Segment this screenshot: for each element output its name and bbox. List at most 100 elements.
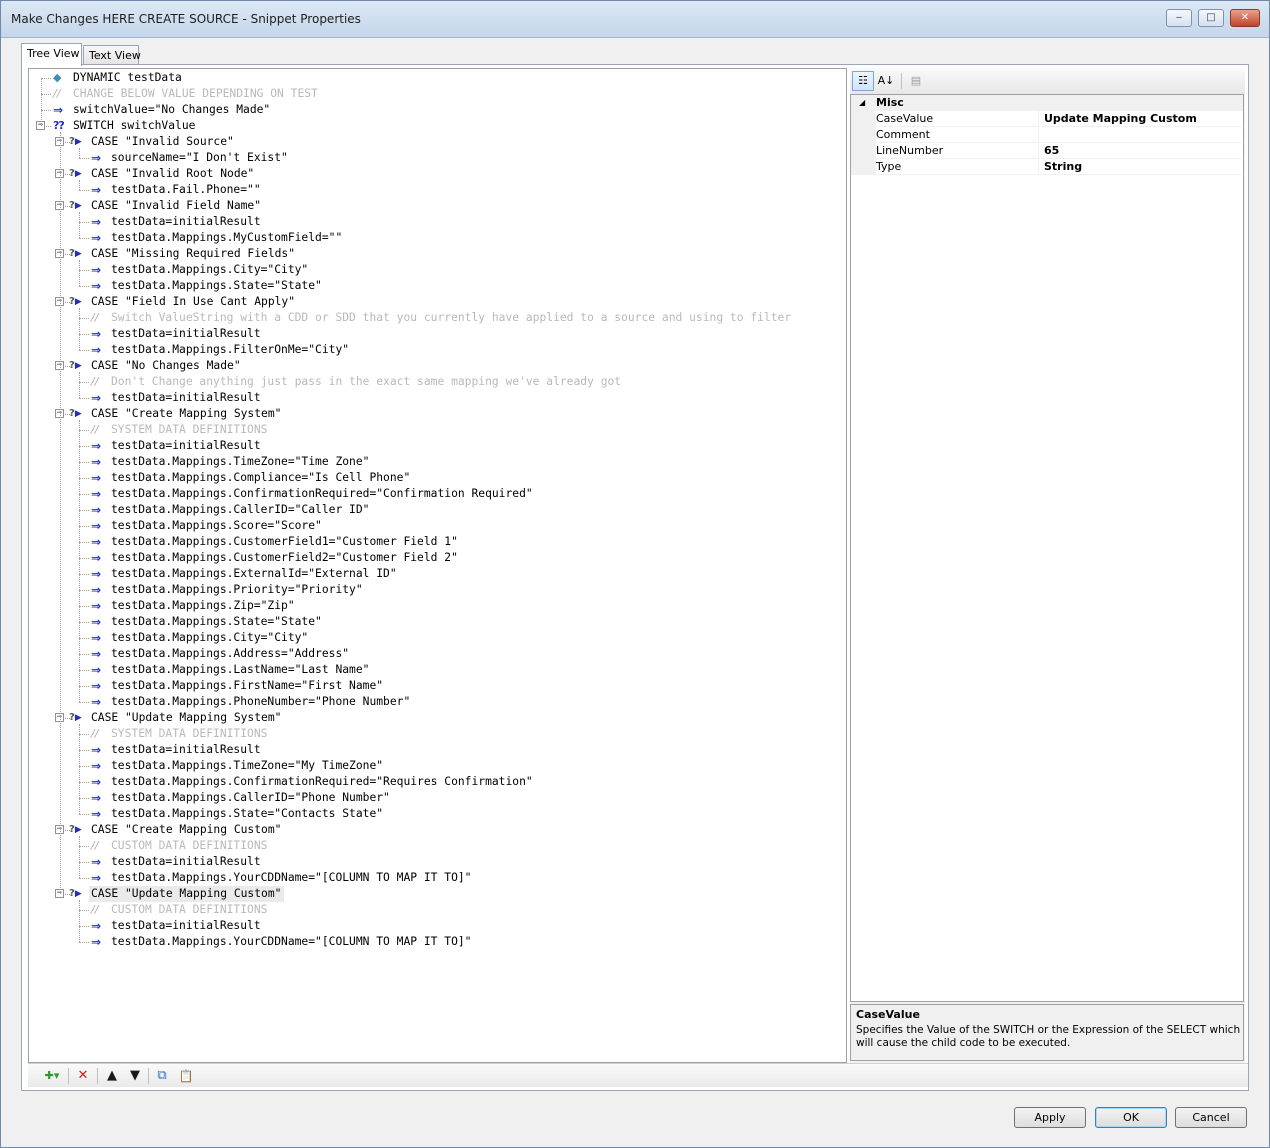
- property-row-comment[interactable]: Comment: [851, 127, 1243, 143]
- case-node[interactable]: CASE "No Changes Made": [89, 358, 244, 374]
- assignment-node[interactable]: testData.Mappings.CallerID="Caller ID": [109, 502, 372, 518]
- comment-icon: //: [53, 87, 61, 100]
- case-node[interactable]: CASE "Update Mapping System": [89, 710, 284, 726]
- title-bar[interactable]: Make Changes HERE CREATE SOURCE - Snippe…: [1, 1, 1269, 38]
- assignment-node[interactable]: testData.Mappings.Compliance="Is Cell Ph…: [109, 470, 413, 486]
- cancel-button[interactable]: Cancel: [1175, 1107, 1247, 1128]
- comment-node[interactable]: CUSTOM DATA DEFINITIONS: [109, 838, 270, 854]
- assignment-node[interactable]: testData=initialResult: [109, 326, 264, 342]
- assignment-node[interactable]: testData.Mappings.City="City": [109, 630, 311, 646]
- tree-connector: [79, 942, 89, 943]
- property-value[interactable]: [1041, 127, 1241, 143]
- paste-icon[interactable]: 📋: [176, 1066, 196, 1086]
- add-node-icon[interactable]: ✚▾: [38, 1066, 66, 1086]
- assignment-node[interactable]: sourceName="I Don't Exist": [109, 150, 291, 166]
- assignment-node[interactable]: testData.Mappings.TimeZone="Time Zone": [109, 454, 372, 470]
- assignment-node[interactable]: testData=initialResult: [109, 438, 264, 454]
- property-pages-icon[interactable]: ▤: [905, 71, 927, 91]
- property-value[interactable]: 65: [1041, 143, 1241, 159]
- assignment-node[interactable]: testData.Mappings.PhoneNumber="Phone Num…: [109, 694, 413, 710]
- assignment-node[interactable]: testData.Mappings.YourCDDName="[COLUMN T…: [109, 870, 474, 886]
- assignment-node[interactable]: testData.Mappings.City="City": [109, 262, 311, 278]
- dynamic-node[interactable]: DYNAMIC testData: [71, 70, 185, 86]
- delete-node-icon[interactable]: ✕: [73, 1066, 93, 1086]
- assignment-node[interactable]: testData.Mappings.Address="Address": [109, 646, 352, 662]
- assignment-node[interactable]: testData.Mappings.YourCDDName="[COLUMN T…: [109, 934, 474, 950]
- tree-connector: [79, 180, 80, 190]
- property-name[interactable]: CaseValue: [876, 111, 1039, 127]
- assignment-node[interactable]: testData=initialResult: [109, 918, 264, 934]
- collapse-triangle-icon[interactable]: ◢: [859, 95, 865, 111]
- categorized-view-icon[interactable]: ☷: [852, 71, 874, 91]
- copy-icon[interactable]: ⧉: [152, 1066, 172, 1086]
- assign-arrow-icon: ⇒: [91, 631, 102, 645]
- comment-node[interactable]: CHANGE BELOW VALUE DEPENDING ON TEST: [71, 86, 321, 102]
- property-name[interactable]: LineNumber: [876, 143, 1039, 159]
- comment-node[interactable]: CUSTOM DATA DEFINITIONS: [109, 902, 270, 918]
- move-up-icon[interactable]: ▲: [102, 1066, 122, 1086]
- case-node[interactable]: CASE "Missing Required Fields": [89, 246, 298, 262]
- property-grid[interactable]: ◢ Misc CaseValue Update Mapping Custom Com…: [850, 94, 1244, 1002]
- assignment-node[interactable]: testData.Mappings.FilterOnMe="City": [109, 342, 352, 358]
- assignment-node[interactable]: testData.Mappings.TimeZone="My TimeZone": [109, 758, 386, 774]
- assign-arrow-icon: ⇒: [91, 231, 102, 245]
- comment-node[interactable]: Switch ValueString with a CDD or SDD tha…: [109, 310, 794, 326]
- assignment-node[interactable]: testData=initialResult: [109, 390, 264, 406]
- property-name[interactable]: Type: [876, 159, 1039, 175]
- assignment-node[interactable]: testData.Mappings.CallerID="Phone Number…: [109, 790, 393, 806]
- property-name[interactable]: Comment: [876, 127, 1039, 143]
- case-node[interactable]: CASE "Invalid Root Node": [89, 166, 257, 182]
- assignment-node[interactable]: testData=initialResult: [109, 214, 264, 230]
- assign-arrow-icon: ⇒: [91, 695, 102, 709]
- case-node[interactable]: CASE "Create Mapping Custom": [89, 822, 284, 838]
- case-node[interactable]: CASE "Invalid Field Name": [89, 198, 264, 214]
- property-row-type[interactable]: Type String: [851, 159, 1243, 175]
- tab-tree-view[interactable]: Tree View: [21, 43, 82, 66]
- minimize-button[interactable]: ‒: [1166, 9, 1192, 27]
- close-button[interactable]: ✕: [1230, 9, 1260, 27]
- tree-connector: [79, 270, 89, 271]
- comment-node[interactable]: SYSTEM DATA DEFINITIONS: [109, 422, 270, 438]
- move-down-icon[interactable]: ▼: [125, 1066, 145, 1086]
- comment-node[interactable]: Don't Change anything just pass in the e…: [109, 374, 624, 390]
- assignment-node[interactable]: testData.Mappings.Zip="Zip": [109, 598, 298, 614]
- case-node[interactable]: CASE "Field In Use Cant Apply": [89, 294, 298, 310]
- assignment-node[interactable]: switchValue="No Changes Made": [71, 102, 273, 118]
- tab-text-view[interactable]: Text View: [83, 45, 141, 65]
- case-node[interactable]: CASE "Create Mapping System": [89, 406, 284, 422]
- property-row-casevalue[interactable]: CaseValue Update Mapping Custom: [851, 111, 1243, 127]
- assignment-node[interactable]: testData.Mappings.State="State": [109, 614, 325, 630]
- case-node[interactable]: CASE "Update Mapping Custom": [89, 886, 285, 902]
- tree-connector: [79, 766, 89, 767]
- assignment-node[interactable]: testData.Mappings.FirstName="First Name": [109, 678, 386, 694]
- snippet-tree[interactable]: ◆ DYNAMIC testData // CHANGE BELOW VALUE D…: [28, 68, 847, 1063]
- assignment-node[interactable]: testData.Mappings.CustomerField2="Custom…: [109, 550, 461, 566]
- comment-node[interactable]: SYSTEM DATA DEFINITIONS: [109, 726, 270, 742]
- assignment-node[interactable]: testData.Mappings.Priority="Priority": [109, 582, 366, 598]
- assignment-node[interactable]: testData.Mappings.Score="Score": [109, 518, 325, 534]
- assign-arrow-icon: ⇒: [91, 487, 102, 501]
- case-node[interactable]: CASE "Invalid Source": [89, 134, 237, 150]
- assignment-node[interactable]: testData=initialResult: [109, 742, 264, 758]
- property-row-linenumber[interactable]: LineNumber 65: [851, 143, 1243, 159]
- alphabetical-sort-icon[interactable]: A↓: [875, 71, 897, 91]
- assignment-node[interactable]: testData=initialResult: [109, 854, 264, 870]
- ok-button[interactable]: OK: [1095, 1107, 1167, 1128]
- apply-button[interactable]: Apply: [1014, 1107, 1086, 1128]
- assignment-node[interactable]: testData.Mappings.MyCustomField="": [109, 230, 345, 246]
- assignment-node[interactable]: testData.Mappings.ConfirmationRequired="…: [109, 486, 536, 502]
- assignment-node[interactable]: testData.Mappings.ExternalId="External I…: [109, 566, 400, 582]
- switch-node[interactable]: SWITCH switchValue: [71, 118, 198, 134]
- assignment-node[interactable]: testData.Mappings.State="Contacts State": [109, 806, 386, 822]
- maximize-button[interactable]: □: [1198, 9, 1224, 27]
- property-value[interactable]: String: [1041, 159, 1241, 175]
- assignment-node[interactable]: testData.Mappings.ConfirmationRequired="…: [109, 774, 536, 790]
- category-row-misc[interactable]: ◢ Misc: [851, 95, 1243, 111]
- assignment-node[interactable]: testData.Mappings.State="State": [109, 278, 325, 294]
- assignment-node[interactable]: testData.Mappings.CustomerField1="Custom…: [109, 534, 461, 550]
- snippet-properties-window: Make Changes HERE CREATE SOURCE - Snippe…: [0, 0, 1270, 1148]
- property-value[interactable]: Update Mapping Custom: [1041, 111, 1241, 127]
- assignment-node[interactable]: testData.Fail.Phone="": [109, 182, 264, 198]
- assign-arrow-icon: ⇒: [91, 455, 102, 469]
- assignment-node[interactable]: testData.Mappings.LastName="Last Name": [109, 662, 372, 678]
